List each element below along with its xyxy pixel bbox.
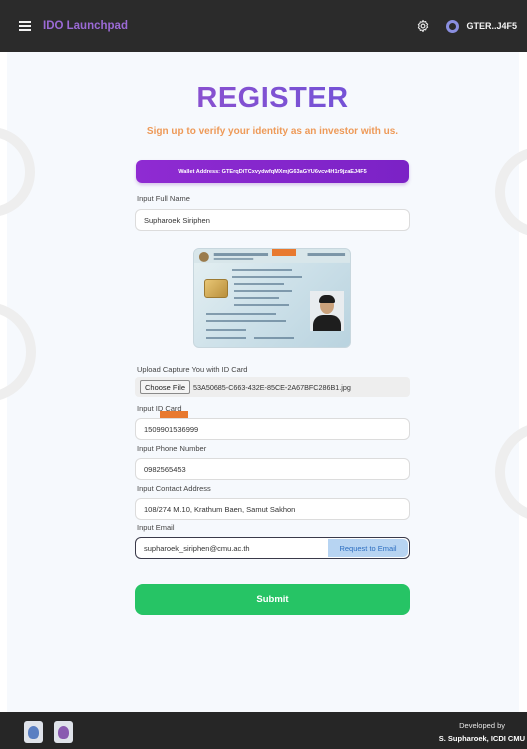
- full-name-label: Input Full Name: [137, 194, 190, 203]
- phone-input[interactable]: 0982565453: [135, 458, 410, 480]
- app-title[interactable]: IDO Launchpad: [43, 20, 128, 32]
- card-portrait: [310, 291, 344, 331]
- email-field[interactable]: supharoek_siriphen@cmu.ac.th Request to …: [135, 537, 410, 559]
- wallet-account-name: GTER..J4F5: [466, 21, 517, 31]
- page-subtitle: Sign up to verify your identity as an in…: [146, 126, 399, 137]
- phone-label: Input Phone Number: [137, 444, 207, 453]
- redaction-box: [272, 249, 296, 256]
- wallet-account-button[interactable]: GTER..J4F5: [446, 19, 517, 33]
- id-card-input[interactable]: 1509901536999: [135, 418, 410, 440]
- hamburger-menu-icon[interactable]: [19, 21, 31, 31]
- institute-logo-icon: [54, 721, 73, 743]
- card-chip-graphic: [204, 279, 228, 298]
- id-card-image: [193, 248, 351, 348]
- email-label: Input Email: [137, 523, 175, 532]
- brand-logo-icon: [446, 19, 460, 33]
- address-input[interactable]: 108/274 M.10, Krathum Baen, Samut Sakhon: [135, 498, 410, 520]
- request-email-button[interactable]: Request to Email: [328, 539, 408, 557]
- file-upload-input[interactable]: Choose File 53A50685-C663-432E-85CE-2A67…: [135, 377, 410, 397]
- developer-name: S. Supharoek, ICDI CMU: [438, 734, 525, 743]
- submit-button[interactable]: Submit: [135, 584, 410, 615]
- wallet-address-badge: Wallet Address: GTErqDiTCxvydwfqMXmjG63a…: [136, 160, 409, 183]
- full-name-input[interactable]: Supharoek Siriphen: [135, 209, 410, 231]
- developed-by-label: Developed by: [459, 721, 505, 730]
- email-value: supharoek_siriphen@cmu.ac.th: [144, 543, 250, 553]
- gear-icon[interactable]: [416, 19, 430, 33]
- selected-file-name: 53A50685-C663-432E-85CE-2A67BFC286B1.jpg: [193, 382, 351, 392]
- page-title: REGISTER: [0, 82, 527, 115]
- upload-label: Upload Capture You with ID Card: [137, 365, 248, 374]
- choose-file-button[interactable]: Choose File: [140, 380, 191, 394]
- footer: Developed by S. Supharoek, ICDI CMU: [0, 712, 527, 749]
- navbar-actions: GTER..J4F5: [416, 0, 517, 52]
- top-navbar: IDO Launchpad GTER..J4F5: [0, 0, 527, 52]
- address-label: Input Contact Address: [137, 484, 211, 493]
- university-seal-icon: [24, 721, 43, 743]
